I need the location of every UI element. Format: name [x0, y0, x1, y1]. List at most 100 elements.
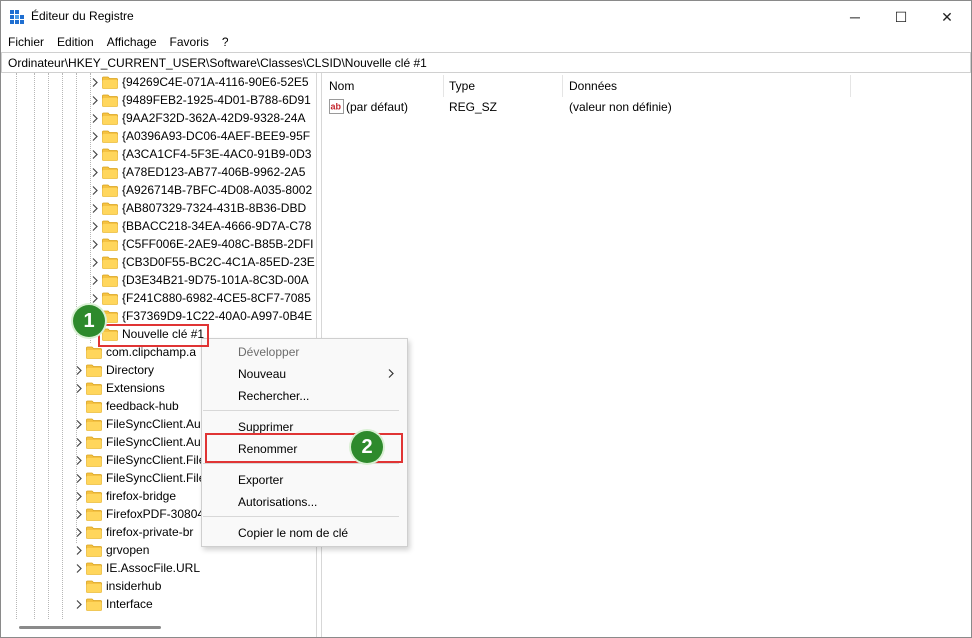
column-header-name[interactable]: Nom [329, 79, 354, 93]
chevron-right-icon[interactable] [90, 73, 100, 91]
column-separator[interactable] [562, 75, 563, 97]
chevron-right-icon[interactable] [74, 523, 84, 541]
tree-item-class-key[interactable]: FileSyncClient.File [76, 451, 205, 469]
tree-item-clsid-key[interactable]: {AB807329-7324-431B-8B36-DBD [92, 199, 306, 217]
menu-item-copy-key-name[interactable]: Copier le nom de clé [238, 526, 348, 540]
tree-item-clsid-key[interactable]: {A0396A93-DC06-4AEF-BEE9-95F [92, 127, 311, 145]
menu-affichage[interactable]: Affichage [100, 33, 163, 51]
chevron-right-icon[interactable] [90, 181, 100, 199]
tree-item-label: FileSyncClient.Au [106, 417, 201, 431]
column-separator[interactable] [850, 75, 851, 97]
tree-item-clsid-key[interactable]: {D3E34B21-9D75-101A-8C3D-00A [92, 271, 309, 289]
tree-item-clsid-key[interactable]: {CB3D0F55-BC2C-4C1A-85ED-23E [92, 253, 315, 271]
tree-item-clsid-key[interactable]: {A3CA1CF4-5F3E-4AC0-91B9-0D3 [92, 145, 311, 163]
folder-icon [102, 220, 118, 233]
tree-item-label: Extensions [106, 381, 165, 395]
folder-icon [102, 292, 118, 305]
tree-item-class-key[interactable]: Extensions [76, 379, 165, 397]
string-value-icon: ab [329, 99, 344, 114]
tree-item-class-key[interactable]: FileSyncClient.Au [76, 415, 201, 433]
close-button[interactable]: ✕ [924, 1, 970, 33]
minimize-button[interactable]: ─ [832, 1, 878, 33]
value-type: REG_SZ [449, 100, 498, 114]
tree-item-class-key[interactable]: firefox-bridge [76, 487, 176, 505]
menu-separator [203, 410, 399, 411]
tree-item-label: {94269C4E-071A-4116-90E6-52E5 [122, 75, 309, 89]
menu-help[interactable]: ? [215, 33, 235, 51]
chevron-right-icon[interactable] [74, 415, 84, 433]
tree-item-class-key[interactable]: insiderhub [86, 577, 161, 595]
chevron-right-icon[interactable] [74, 469, 84, 487]
menu-favoris[interactable]: Favoris [163, 33, 215, 51]
folder-icon [86, 562, 102, 575]
tree-item-label: FirefoxPDF-30804 [106, 507, 205, 521]
chevron-right-icon[interactable] [74, 595, 84, 613]
tree-item-label: {A78ED123-AB77-406B-9962-2A5 [122, 165, 306, 179]
tree-item-class-key[interactable]: IE.AssocFile.URL [76, 559, 200, 577]
tree-item-class-key[interactable]: feedback-hub [86, 397, 179, 415]
menu-item-new[interactable]: Nouveau [238, 367, 286, 381]
menu-item-permissions[interactable]: Autorisations... [238, 495, 317, 509]
tree-item-clsid-key[interactable]: {F241C880-6982-4CE5-8CF7-7085 [92, 289, 311, 307]
value-name[interactable]: (par défaut) [346, 100, 408, 114]
chevron-right-icon[interactable] [90, 253, 100, 271]
submenu-arrow-icon [388, 369, 394, 378]
tree-item-class-key[interactable]: firefox-private-br [76, 523, 193, 541]
values-list-pane[interactable]: Nom Type Données ab (par défaut) REG_SZ … [321, 73, 971, 637]
menu-fichier[interactable]: Fichier [1, 33, 50, 51]
address-bar[interactable]: Ordinateur\HKEY_CURRENT_USER\Software\Cl… [1, 52, 971, 73]
chevron-right-icon[interactable] [90, 217, 100, 235]
menu-edition[interactable]: Edition [50, 33, 100, 51]
tree-item-clsid-key[interactable]: {9489FEB2-1925-4D01-B788-6D91 [92, 91, 311, 109]
chevron-right-icon[interactable] [90, 91, 100, 109]
tree-item-clsid-key[interactable]: {9AA2F32D-362A-42D9-9328-24A [92, 109, 305, 127]
tree-item-clsid-key[interactable]: {A926714B-7BFC-4D08-A035-8002 [92, 181, 312, 199]
step-badge-2: 2 [351, 431, 383, 463]
chevron-right-icon[interactable] [74, 487, 84, 505]
chevron-right-icon[interactable] [74, 451, 84, 469]
folder-icon [102, 202, 118, 215]
column-separator[interactable] [443, 75, 444, 97]
menu-separator [203, 516, 399, 517]
chevron-right-icon[interactable] [90, 271, 100, 289]
menu-item-develop[interactable]: Développer [238, 345, 299, 359]
folder-icon [102, 238, 118, 251]
tree-item-class-key[interactable]: FileSyncClient.File [76, 469, 206, 487]
chevron-right-icon[interactable] [74, 559, 84, 577]
chevron-right-icon[interactable] [90, 235, 100, 253]
tree-item-clsid-key[interactable]: {C5FF006E-2AE9-408C-B85B-2DFI [92, 235, 313, 253]
tree-item-class-key[interactable]: FirefoxPDF-30804 [76, 505, 205, 523]
window-title: Éditeur du Registre [31, 9, 134, 23]
folder-icon [86, 472, 102, 485]
tree-item-label: {A0396A93-DC06-4AEF-BEE9-95F [122, 129, 311, 143]
registry-editor-window: Éditeur du Registre ─ ☐ ✕ Fichier Editio… [0, 0, 972, 638]
chevron-right-icon[interactable] [90, 145, 100, 163]
tree-horizontal-scrollbar[interactable] [19, 626, 161, 629]
tree-item-class-key[interactable]: grvopen [76, 541, 149, 559]
menu-item-export[interactable]: Exporter [238, 473, 283, 487]
chevron-right-icon[interactable] [74, 379, 84, 397]
maximize-button[interactable]: ☐ [878, 1, 924, 33]
chevron-right-icon[interactable] [90, 109, 100, 127]
tree-item-class-key[interactable]: Interface [76, 595, 153, 613]
column-header-type[interactable]: Type [449, 79, 475, 93]
tree-item-label: FileSyncClient.File [106, 471, 206, 485]
tree-item-clsid-key[interactable]: {94269C4E-071A-4116-90E6-52E5 [92, 73, 309, 91]
chevron-right-icon[interactable] [90, 127, 100, 145]
tree-item-clsid-key[interactable]: {A78ED123-AB77-406B-9962-2A5 [92, 163, 306, 181]
menu-item-delete[interactable]: Supprimer [238, 420, 293, 434]
chevron-right-icon[interactable] [74, 505, 84, 523]
column-header-data[interactable]: Données [569, 79, 617, 93]
folder-icon [86, 346, 102, 359]
chevron-right-icon[interactable] [74, 361, 84, 379]
chevron-right-icon[interactable] [90, 199, 100, 217]
folder-icon [86, 454, 102, 467]
chevron-right-icon[interactable] [74, 433, 84, 451]
tree-item-class-key[interactable]: Directory [76, 361, 154, 379]
tree-item-clsid-key[interactable]: {BBACC218-34EA-4666-9D7A-C78 [92, 217, 311, 235]
tree-item-clsid-key[interactable]: {F37369D9-1C22-40A0-A997-0B4E [92, 307, 312, 325]
chevron-right-icon[interactable] [74, 541, 84, 559]
tree-item-class-key[interactable]: FileSyncClient.Au [76, 433, 201, 451]
menu-item-search[interactable]: Rechercher... [238, 389, 309, 403]
chevron-right-icon[interactable] [90, 163, 100, 181]
